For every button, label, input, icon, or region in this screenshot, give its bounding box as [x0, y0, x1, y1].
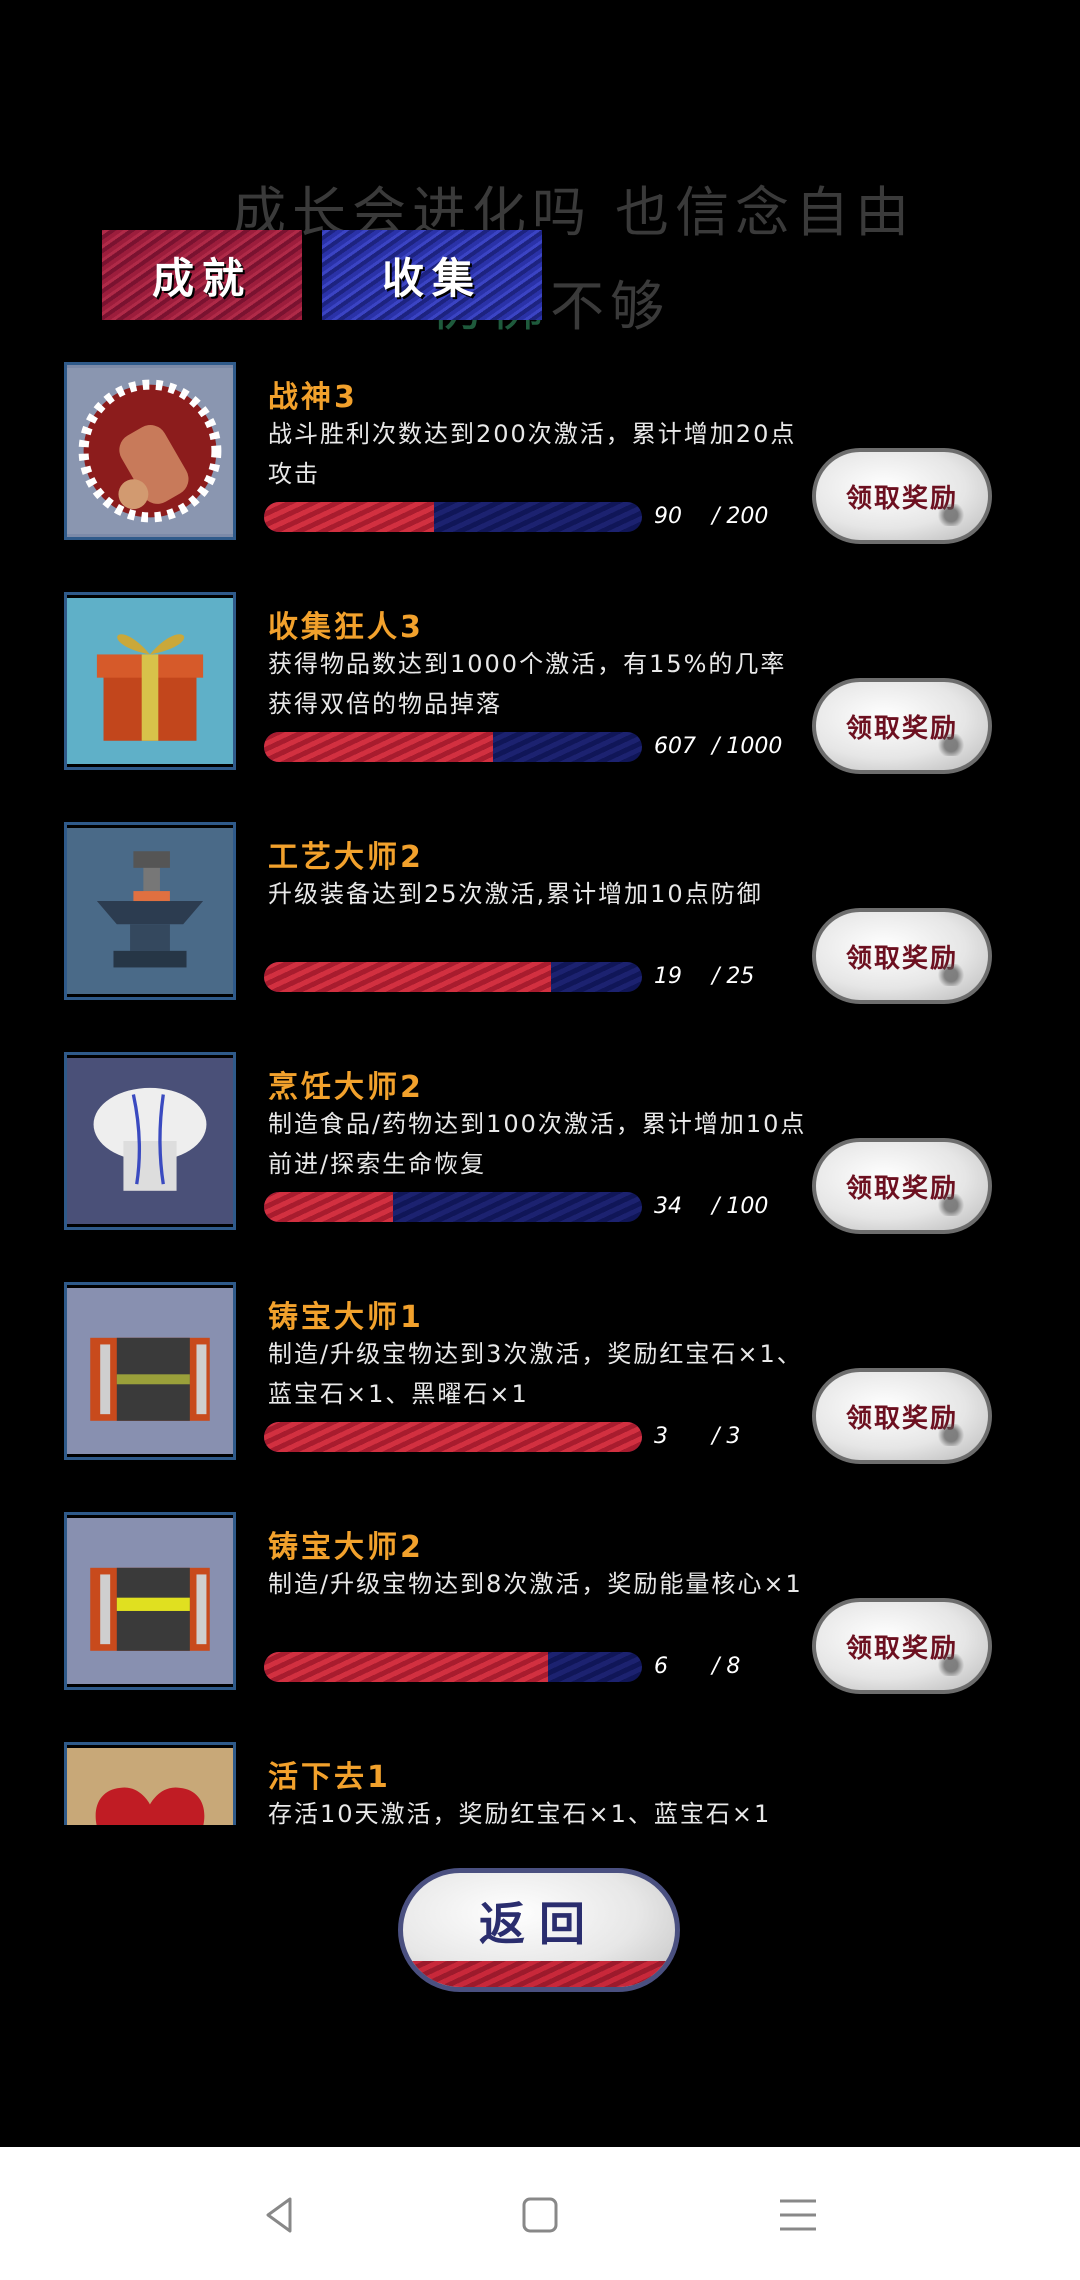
progress-current: 3: [654, 1424, 668, 1449]
achievement-row: 活下去1 存活10天激活，奖励红宝石×1、蓝宝石×1: [0, 1730, 1080, 1825]
progress-total: / 3: [712, 1424, 741, 1449]
achievement-title: 铸宝大师1: [268, 1300, 424, 1335]
achievement-title: 铸宝大师2: [268, 1530, 424, 1565]
claim-reward-button[interactable]: 领取奖励: [812, 678, 992, 774]
progress-bar: [264, 1192, 642, 1222]
progress-fill: [264, 1422, 642, 1452]
progress-fill: [264, 962, 552, 992]
progress-total: / 100: [712, 1194, 769, 1219]
achievement-title: 活下去1: [268, 1760, 391, 1795]
progress-total: / 200: [712, 504, 769, 529]
achievement-desc: 制造/升级宝物达到3次激活，奖励红宝石×1、蓝宝石×1、黑曜石×1: [268, 1340, 803, 1408]
achievement-desc: 升级装备达到25次激活,累计增加10点防御: [268, 880, 763, 908]
progress-bar: [264, 1422, 642, 1452]
progress-fill: [264, 1652, 548, 1682]
progress-current: 34: [654, 1194, 682, 1219]
home-square-icon[interactable]: [510, 2185, 570, 2245]
progress-count: 607 / 1000: [654, 734, 782, 759]
progress-count: 34 / 100: [654, 1194, 768, 1219]
gift-box-icon: [64, 592, 236, 770]
claim-reward-button[interactable]: 领取奖励: [812, 1368, 992, 1464]
heart-icon: [64, 1742, 236, 1825]
achievement-desc: 获得物品数达到1000个激活，有15%的几率获得双倍的物品掉落: [268, 650, 787, 718]
progress-total: / 1000: [712, 734, 783, 759]
achievement-desc: 存活10天激活，奖励红宝石×1、蓝宝石×1: [268, 1800, 772, 1825]
anvil-icon: [64, 822, 236, 1000]
achievement-row: 战神3 战斗胜利次数达到200次激活，累计增加20点攻击 90 / 200 领取奖…: [0, 350, 1080, 580]
system-navbar: [0, 2147, 1080, 2280]
treasure-chest-icon: [64, 1512, 236, 1690]
achievement-title: 战神3: [268, 380, 358, 415]
achievement-row: 铸宝大师1 制造/升级宝物达到3次激活，奖励红宝石×1、蓝宝石×1、黑曜石×1 …: [0, 1270, 1080, 1500]
claim-reward-button[interactable]: 领取奖励: [812, 448, 992, 544]
progress-count: 19 / 25: [654, 964, 754, 989]
back-triangle-icon[interactable]: [250, 2185, 310, 2245]
slogan-line2-rest: 不够: [550, 275, 670, 338]
progress-count: 6 / 8: [654, 1654, 740, 1679]
return-button-label: 返回: [479, 1897, 599, 1951]
progress-current: 6: [654, 1654, 668, 1679]
progress-fill: [264, 502, 435, 532]
progress-fill: [264, 732, 494, 762]
progress-fill: [264, 1192, 393, 1222]
progress-current: 19: [654, 964, 682, 989]
achievement-row: 收集狂人3 获得物品数达到1000个激活，有15%的几率获得双倍的物品掉落 60…: [0, 580, 1080, 810]
achievement-desc: 战斗胜利次数达到200次激活，累计增加20点攻击: [268, 420, 797, 488]
chef-hat-icon: [64, 1052, 236, 1230]
return-button-stripe: [403, 1961, 675, 1987]
return-button[interactable]: 返回: [398, 1868, 680, 1992]
progress-bar: [264, 962, 642, 992]
claim-reward-button[interactable]: 领取奖励: [812, 1138, 992, 1234]
progress-bar: [264, 732, 642, 762]
achievement-title: 工艺大师2: [268, 840, 424, 875]
progress-bar: [264, 502, 642, 532]
progress-current: 90: [654, 504, 682, 529]
achievement-desc: 制造/升级宝物达到8次激活，奖励能量核心×1: [268, 1570, 803, 1598]
achievement-list[interactable]: 战神3 战斗胜利次数达到200次激活，累计增加20点攻击 90 / 200 领取奖…: [0, 350, 1080, 1825]
treasure-chest-icon: [64, 1282, 236, 1460]
progress-count: 3 / 3: [654, 1424, 740, 1449]
tab-achievements[interactable]: 成就: [102, 230, 302, 320]
progress-total: / 8: [712, 1654, 741, 1679]
achievement-title: 烹饪大师2: [268, 1070, 424, 1105]
progress-current: 607: [654, 734, 696, 759]
achievement-row: 工艺大师2 升级装备达到25次激活,累计增加10点防御 19 / 25 领取奖励: [0, 810, 1080, 1040]
menu-lines-icon[interactable]: [768, 2185, 828, 2245]
tab-collection[interactable]: 收集: [322, 230, 542, 320]
progress-bar: [264, 1652, 642, 1682]
achievement-row: 铸宝大师2 制造/升级宝物达到8次激活，奖励能量核心×1 6 / 8 领取奖励: [0, 1500, 1080, 1730]
claim-reward-button[interactable]: 领取奖励: [812, 908, 992, 1004]
achievement-desc: 制造食品/药物达到100次激活，累计增加10点前进/探索生命恢复: [268, 1110, 807, 1178]
achievement-title: 收集狂人3: [268, 610, 424, 645]
sawblade-icon: [64, 362, 236, 540]
progress-count: 90 / 200: [654, 504, 768, 529]
achievement-row: 烹饪大师2 制造食品/药物达到100次激活，累计增加10点前进/探索生命恢复 3…: [0, 1040, 1080, 1270]
progress-total: / 25: [712, 964, 755, 989]
claim-reward-button[interactable]: 领取奖励: [812, 1598, 992, 1694]
